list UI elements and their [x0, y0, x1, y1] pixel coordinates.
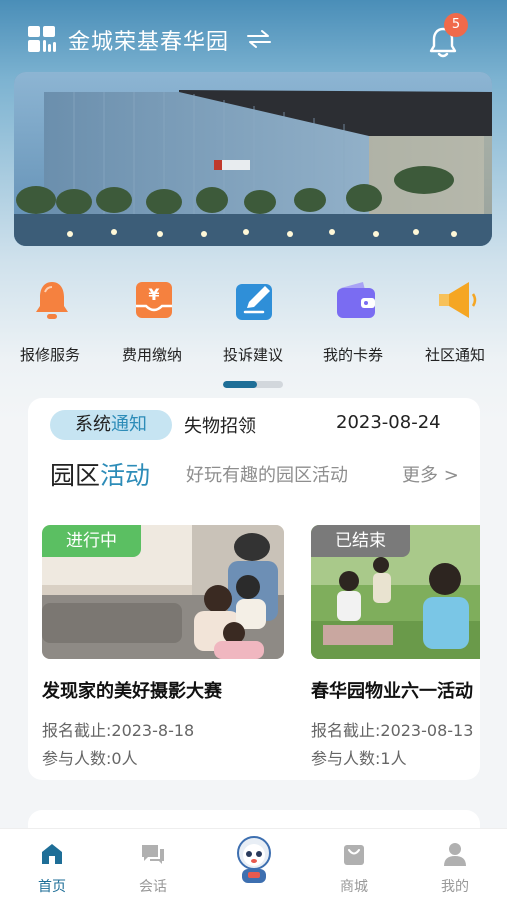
- chat-icon: [142, 845, 164, 864]
- tab-label: 会话: [139, 879, 167, 895]
- menu-label: 我的卡券: [322, 346, 383, 364]
- section-subtitle: 好玩有趣的园区活动: [186, 465, 348, 486]
- tab-chat[interactable]: 会话: [103, 829, 203, 900]
- bottom-tab-bar: 首页 会话 商城 我的: [0, 828, 507, 900]
- tab-profile[interactable]: 我的: [405, 829, 505, 900]
- tab-home[interactable]: 首页: [2, 829, 102, 900]
- activity-participants: 参与人数:0人: [42, 749, 138, 768]
- activity-deadline: 报名截止:2023-08-13: [311, 721, 474, 740]
- menu-item-complaint[interactable]: 投诉建议: [203, 272, 303, 372]
- payment-icon: ¥: [136, 282, 172, 318]
- community-name[interactable]: 金城荣基春华园: [68, 24, 229, 56]
- wallet-icon: [337, 282, 375, 318]
- content-card: 系统通知 失物招领 2023-08-24 园区活动 好玩有趣的园区活动 更多 >: [28, 398, 480, 780]
- notice-text[interactable]: 失物招领: [184, 412, 256, 438]
- user-icon: [444, 843, 466, 866]
- activity-card[interactable]: 进行中 发现家的美好摄影大赛 报名截止:2023-8-18 参与人数:0人: [42, 525, 284, 768]
- activity-card[interactable]: 已结束 春华园物业六一活动 报名截止:2023-08-13 参与人数:1人: [311, 525, 480, 768]
- home-icon: [42, 844, 62, 864]
- app-grid-icon[interactable]: [28, 26, 56, 52]
- megaphone-icon: [439, 282, 477, 318]
- system-notice-tag: 系统通知: [50, 410, 172, 440]
- svg-text:¥: ¥: [148, 285, 159, 304]
- activity-status-badge: 已结束: [311, 525, 410, 557]
- menu-item-notice[interactable]: 社区通知: [405, 272, 505, 372]
- quick-menu: 报修服务 ¥ 费用缴纳 投诉建议 我的卡券 社区通知: [0, 272, 507, 372]
- menu-item-repair[interactable]: 报修服务: [0, 272, 100, 372]
- menu-item-payment[interactable]: ¥ 费用缴纳: [102, 272, 202, 372]
- banner-image[interactable]: [14, 72, 492, 246]
- activity-photo: 进行中: [42, 525, 284, 659]
- activity-deadline: 报名截止:2023-8-18: [42, 721, 195, 740]
- menu-label: 社区通知: [424, 346, 485, 364]
- menu-label: 报修服务: [19, 346, 80, 364]
- activity-title: 春华园物业六一活动: [311, 681, 473, 702]
- notice-date: 2023-08-24: [336, 412, 441, 433]
- tab-label: 我的: [441, 879, 469, 895]
- menu-page-indicator: [223, 381, 283, 388]
- menu-label: 费用缴纳: [121, 346, 182, 364]
- tab-label: 商城: [340, 879, 368, 895]
- mascot-icon: [237, 836, 271, 883]
- activity-status-badge: 进行中: [42, 525, 141, 557]
- menu-label: 投诉建议: [222, 346, 283, 364]
- edit-icon: [236, 284, 272, 320]
- bell-icon: [36, 282, 68, 319]
- notification-badge: 5: [444, 13, 468, 37]
- activity-participants: 参与人数:1人: [311, 749, 407, 768]
- menu-item-coupons[interactable]: 我的卡券: [303, 272, 403, 372]
- activity-photo: 已结束: [311, 525, 480, 659]
- activity-title: 发现家的美好摄影大赛: [42, 681, 222, 702]
- switch-community-icon[interactable]: [246, 28, 272, 50]
- header: 金城荣基春华园 5: [0, 0, 507, 72]
- tab-mascot[interactable]: [203, 829, 303, 900]
- tab-mall[interactable]: 商城: [304, 829, 404, 900]
- section-title: 园区活动: [50, 461, 151, 490]
- more-link[interactable]: 更多 >: [402, 461, 459, 487]
- shopping-bag-icon: [344, 845, 364, 865]
- tab-label: 首页: [38, 879, 66, 895]
